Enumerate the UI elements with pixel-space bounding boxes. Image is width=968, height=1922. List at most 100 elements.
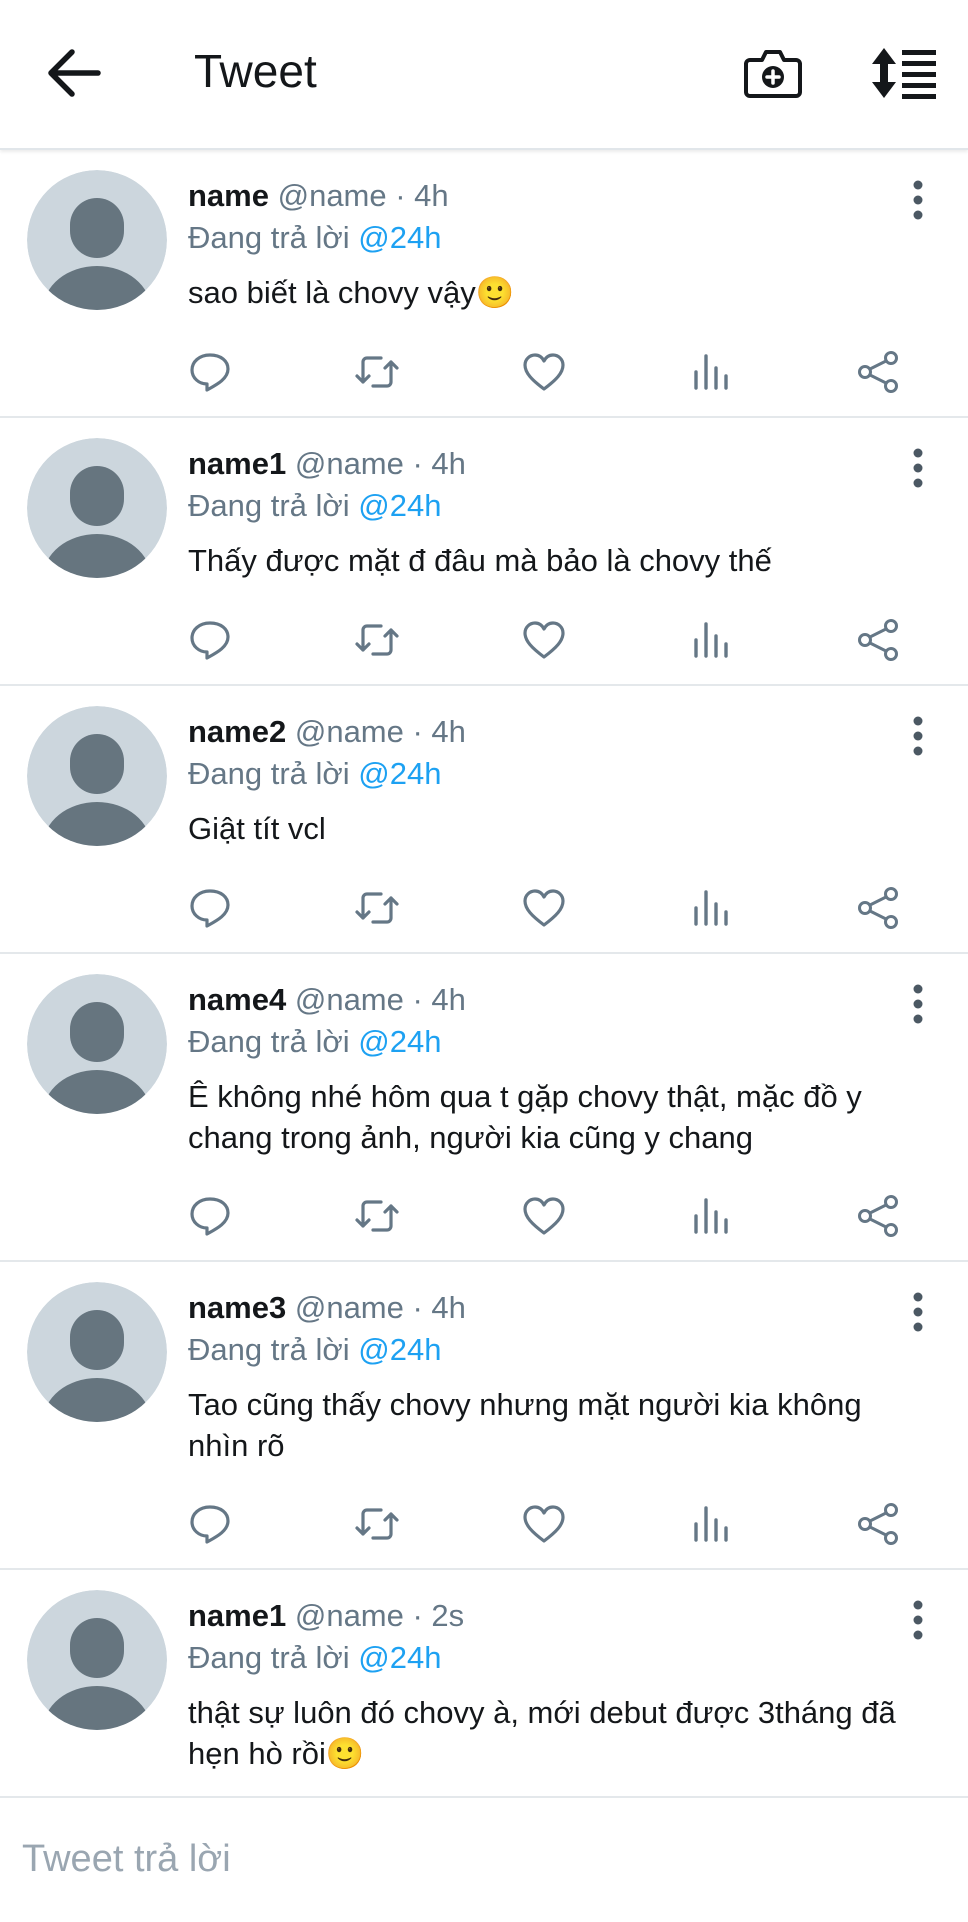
mention-link[interactable]: @24h (358, 756, 441, 791)
retweet-icon[interactable] (353, 1500, 401, 1548)
analytics-icon[interactable] (687, 348, 735, 396)
tweet-header: name1 @name · 2s (188, 1596, 898, 1636)
replying-to: Đang trả lời @24h (188, 1328, 898, 1372)
reply-feed: name @name · 4h Đang trả lời @24h sao bi… (0, 150, 968, 1810)
tweet-actions (186, 616, 916, 666)
retweet-icon[interactable] (353, 884, 401, 932)
tweet-header: name1 @name · 4h (188, 444, 898, 484)
sort-icon[interactable] (870, 46, 938, 100)
like-icon[interactable] (520, 348, 568, 396)
tweet-text: thật sự luôn đó chovy à, mới debut được … (188, 1695, 896, 1771)
reply-input-placeholder[interactable]: Tweet trả lời (22, 1838, 231, 1881)
tweet-header: name @name · 4h (188, 176, 898, 216)
replying-to-label: Đang trả lời (188, 1024, 350, 1059)
reply-icon[interactable] (186, 1500, 234, 1548)
avatar[interactable] (27, 974, 167, 1114)
share-icon[interactable] (854, 1500, 902, 1548)
tweet-text: Tao cũng thấy chovy nhưng mặt người kia … (188, 1387, 862, 1463)
replying-to-label: Đang trả lời (188, 488, 350, 523)
handle-and-time: @name · 2s (294, 1598, 465, 1633)
share-icon[interactable] (854, 616, 902, 664)
tweet-actions (186, 1192, 916, 1242)
handle-and-time: @name · 4h (294, 1290, 466, 1325)
more-options-icon[interactable] (912, 1292, 924, 1332)
analytics-icon[interactable] (687, 1192, 735, 1240)
display-name[interactable]: name (188, 178, 269, 213)
more-options-icon[interactable] (912, 448, 924, 488)
tweet-content: name3 @name · 4h Đang trả lời @24h Tao c… (188, 1288, 898, 1466)
tweet-text: Giật tít vcl (188, 811, 326, 846)
tweet[interactable]: name4 @name · 4h Đang trả lời @24h Ê khô… (0, 954, 968, 1262)
camera-plus-icon[interactable] (744, 44, 802, 102)
retweet-icon[interactable] (353, 1192, 401, 1240)
mention-link[interactable]: @24h (358, 220, 441, 255)
avatar[interactable] (27, 706, 167, 846)
tweet-text: Thấy được mặt đ đâu mà bảo là chovy thế (188, 543, 772, 578)
mention-link[interactable]: @24h (358, 1640, 441, 1675)
tweet[interactable]: name2 @name · 4h Đang trả lời @24h Giật … (0, 686, 968, 954)
tweet-header: name4 @name · 4h (188, 980, 898, 1020)
tweet-content: name @name · 4h Đang trả lời @24h sao bi… (188, 176, 898, 313)
tweet[interactable]: name3 @name · 4h Đang trả lời @24h Tao c… (0, 1262, 968, 1570)
display-name[interactable]: name4 (188, 982, 286, 1017)
display-name[interactable]: name1 (188, 446, 286, 481)
tweet-header: name2 @name · 4h (188, 712, 898, 752)
analytics-icon[interactable] (687, 616, 735, 664)
replying-to: Đang trả lời @24h (188, 1636, 898, 1680)
share-icon[interactable] (854, 884, 902, 932)
handle-and-time: @name · 4h (294, 446, 466, 481)
tweet-actions (186, 884, 916, 934)
like-icon[interactable] (520, 1500, 568, 1548)
page-title: Tweet (194, 45, 317, 97)
arrow-left-icon[interactable] (46, 48, 102, 98)
handle-and-time: @name · 4h (294, 982, 466, 1017)
replying-to: Đang trả lời @24h (188, 484, 898, 528)
retweet-icon[interactable] (353, 348, 401, 396)
analytics-icon[interactable] (687, 884, 735, 932)
display-name[interactable]: name2 (188, 714, 286, 749)
replying-to: Đang trả lời @24h (188, 1020, 898, 1064)
like-icon[interactable] (520, 616, 568, 664)
avatar[interactable] (27, 1282, 167, 1422)
handle-and-time: @name · 4h (294, 714, 466, 749)
more-options-icon[interactable] (912, 1600, 924, 1640)
reply-icon[interactable] (186, 348, 234, 396)
tweet[interactable]: name1 @name · 4h Đang trả lời @24h Thấy … (0, 418, 968, 686)
tweet-content: name1 @name · 2s Đang trả lời @24h thật … (188, 1596, 898, 1774)
like-icon[interactable] (520, 1192, 568, 1240)
retweet-icon[interactable] (353, 616, 401, 664)
replying-to-label: Đang trả lời (188, 1640, 350, 1675)
reply-icon[interactable] (186, 616, 234, 664)
avatar[interactable] (27, 170, 167, 310)
tweet[interactable]: name @name · 4h Đang trả lời @24h sao bi… (0, 150, 968, 418)
tweet-content: name1 @name · 4h Đang trả lời @24h Thấy … (188, 444, 898, 581)
display-name[interactable]: name1 (188, 1598, 286, 1633)
tweet-text: sao biết là chovy vậy🙂 (188, 275, 515, 310)
tweet-actions (186, 348, 916, 398)
tweet-header: name3 @name · 4h (188, 1288, 898, 1328)
more-options-icon[interactable] (912, 180, 924, 220)
mention-link[interactable]: @24h (358, 1024, 441, 1059)
share-icon[interactable] (854, 348, 902, 396)
avatar[interactable] (27, 1590, 167, 1730)
reply-icon[interactable] (186, 884, 234, 932)
more-options-icon[interactable] (912, 984, 924, 1024)
replying-to-label: Đang trả lời (188, 220, 350, 255)
analytics-icon[interactable] (687, 1500, 735, 1548)
tweet-actions (186, 1500, 916, 1550)
mention-link[interactable]: @24h (358, 488, 441, 523)
share-icon[interactable] (854, 1192, 902, 1240)
avatar[interactable] (27, 438, 167, 578)
tweet[interactable]: name1 @name · 2s Đang trả lời @24h thật … (0, 1570, 968, 1810)
top-bar: Tweet (0, 0, 968, 150)
reply-icon[interactable] (186, 1192, 234, 1240)
like-icon[interactable] (520, 884, 568, 932)
replying-to-label: Đang trả lời (188, 1332, 350, 1367)
tweet-text: Ê không nhé hôm qua t gặp chovy thật, mặ… (188, 1079, 862, 1155)
replying-to: Đang trả lời @24h (188, 752, 898, 796)
more-options-icon[interactable] (912, 716, 924, 756)
reply-composer[interactable]: Tweet trả lời (0, 1796, 968, 1922)
mention-link[interactable]: @24h (358, 1332, 441, 1367)
display-name[interactable]: name3 (188, 1290, 286, 1325)
handle-and-time: @name · 4h (277, 178, 449, 213)
